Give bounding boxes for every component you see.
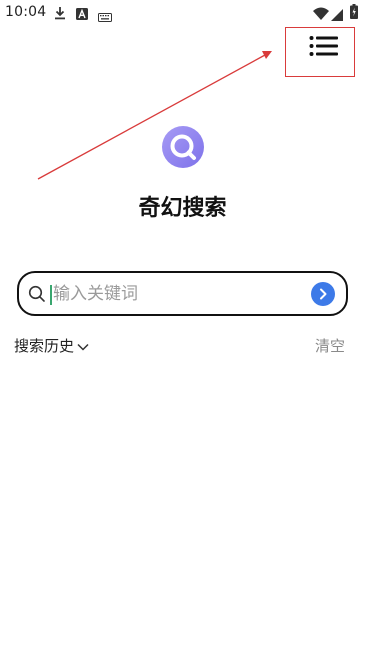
text-caret [50,285,52,305]
search-logo-icon [161,125,205,169]
screen: 10:04 奇幻搜索 输入关键词 搜索历史 清空 [0,0,365,650]
wifi-icon [313,5,329,24]
clear-history-button[interactable]: 清空 [315,335,345,356]
download-icon [54,5,66,24]
status-bar: 10:04 [0,0,365,26]
battery-icon [350,4,358,23]
search-bar[interactable] [17,271,348,316]
chevron-down-icon [77,336,89,355]
annotation-highlight-box [285,27,355,77]
signal-icon [331,6,343,25]
status-time: 10:04 [5,4,47,20]
a-badge-icon [76,5,88,24]
annotation-arrow [37,51,272,180]
arrow-right-icon [317,285,329,304]
search-input[interactable] [53,281,303,307]
search-history-label: 搜索历史 [14,336,75,355]
search-icon [28,285,46,307]
app-title: 奇幻搜索 [138,196,227,221]
search-submit-button[interactable] [311,282,335,306]
search-history-toggle[interactable]: 搜索历史 [14,335,89,355]
keyboard-icon [98,7,112,26]
